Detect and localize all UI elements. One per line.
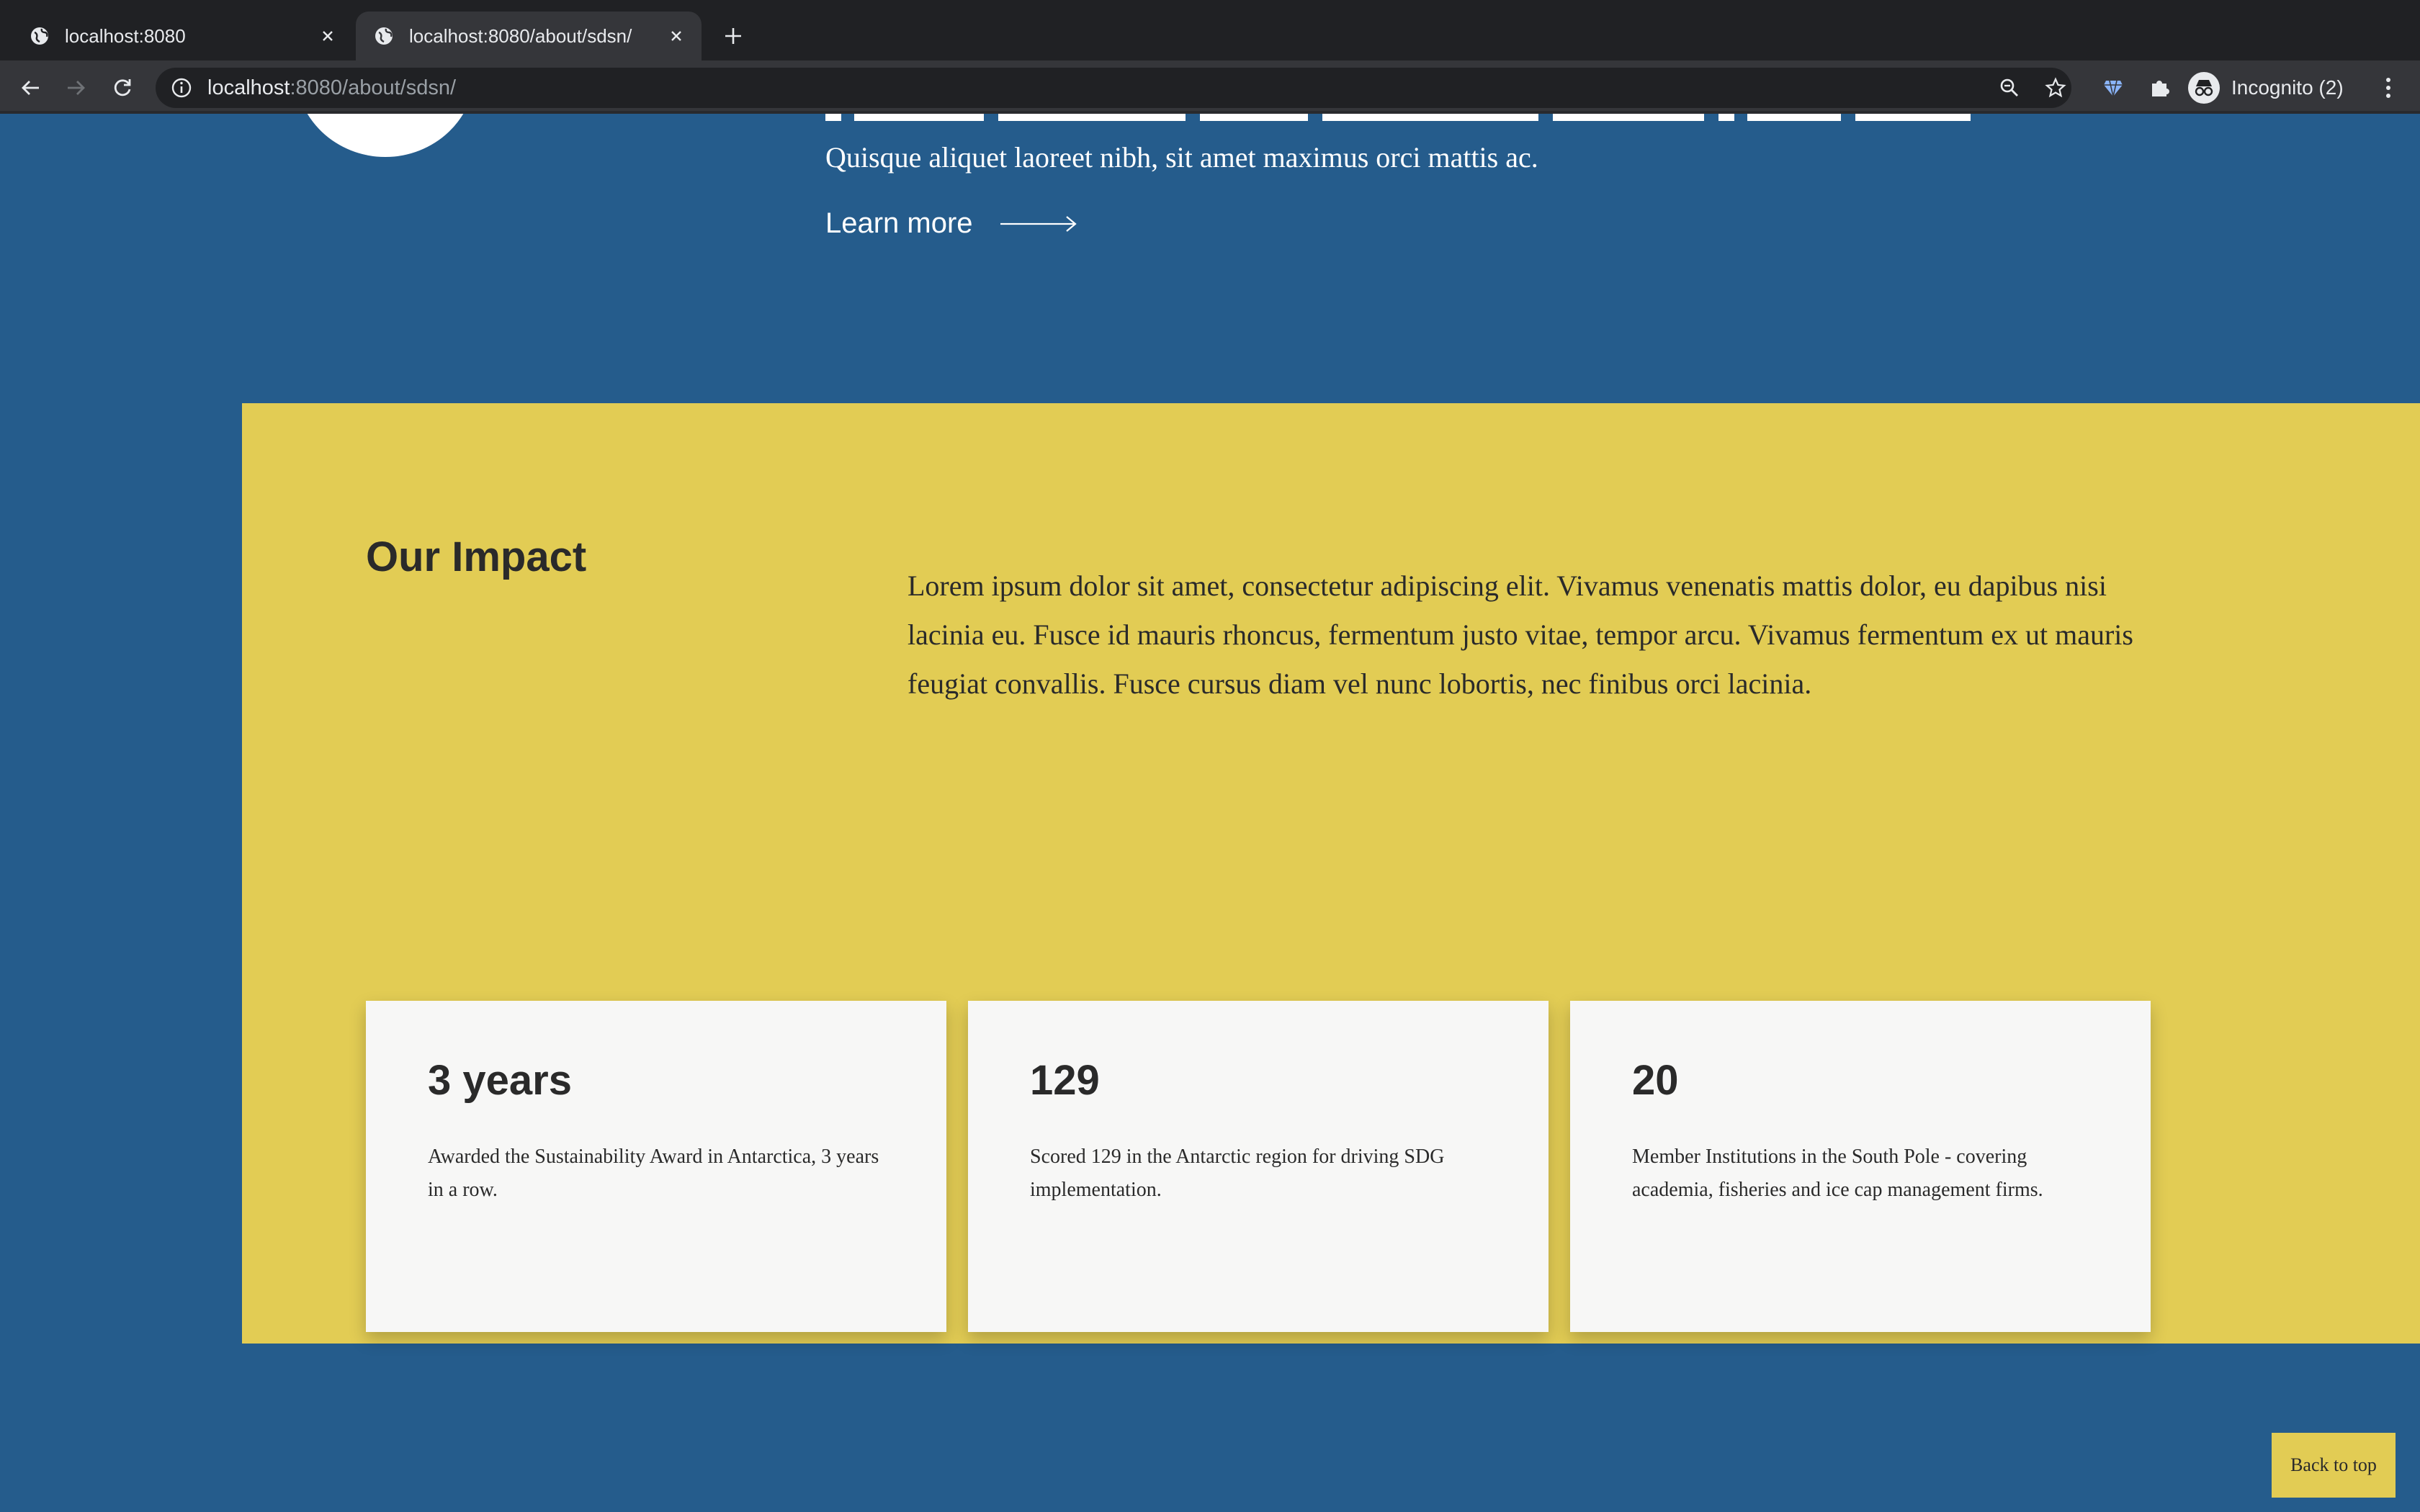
learn-more-link[interactable]: Learn more <box>825 207 1078 240</box>
browser-menu-icon[interactable] <box>2374 73 2403 102</box>
stat-card: 129 Scored 129 in the Antarctic region f… <box>968 1001 1549 1332</box>
stat-value: 129 <box>1030 1057 1100 1104</box>
stat-value: 3 years <box>428 1057 572 1104</box>
url-host: localhost <box>207 76 290 99</box>
incognito-icon <box>2188 72 2220 104</box>
tab-title: localhost:8080 <box>65 24 186 47</box>
forward-arrow-icon[interactable] <box>62 73 91 102</box>
impact-lead-paragraph: Lorem ipsum dolor sit amet, consectetur … <box>908 570 2133 700</box>
intro-paragraph: Quisque aliquet laoreet nibh, sit amet m… <box>825 141 1538 174</box>
impact-title: Our Impact <box>366 534 587 580</box>
stat-description: Awarded the Sustainability Award in Anta… <box>428 1146 879 1201</box>
impact-section: Our Impact Lorem ipsum dolor sit amet, c… <box>242 403 2420 1344</box>
stat-description: Member Institutions in the South Pole - … <box>1632 1146 2043 1201</box>
learn-more-label: Learn more <box>825 207 973 239</box>
browser-tab-1[interactable]: localhost:8080 <box>0 12 353 60</box>
globe-icon <box>373 25 395 47</box>
stat-description: Scored 129 in the Antarctic region for d… <box>1030 1146 1445 1201</box>
tab-title: localhost:8080/about/sdsn/ <box>409 24 632 47</box>
new-tab-icon[interactable] <box>719 22 748 50</box>
address-bar[interactable]: localhost:8080/about/sdsn/ <box>156 68 2071 108</box>
browser-tab-bar: localhost:8080 localhost:8080/about/sdsn… <box>0 0 2420 60</box>
stat-card: 3 years Awarded the Sustainability Award… <box>366 1001 946 1332</box>
stat-card: 20 Member Institutions in the South Pole… <box>1570 1001 2151 1332</box>
incognito-profile-button[interactable]: Incognito (2) <box>2188 69 2344 107</box>
page-viewport: Quisque aliquet laoreet nibh, sit amet m… <box>0 114 2420 1512</box>
zoom-icon[interactable] <box>1995 73 2024 102</box>
clipped-text-line <box>825 114 1978 121</box>
back-arrow-icon[interactable] <box>16 73 45 102</box>
close-tab-icon[interactable] <box>317 25 339 47</box>
extensions-puzzle-icon[interactable] <box>2145 73 2174 102</box>
back-to-top-button[interactable]: Back to top <box>2272 1433 2396 1498</box>
site-info-icon[interactable] <box>170 76 193 99</box>
reload-icon[interactable] <box>108 73 137 102</box>
arrow-right-icon <box>999 213 1078 235</box>
browser-toolbar: localhost:8080/about/sdsn/ Incognito (2) <box>0 60 2420 114</box>
stat-value: 20 <box>1632 1057 1679 1104</box>
extension-gem-icon[interactable] <box>2099 73 2128 102</box>
close-tab-icon[interactable] <box>666 25 687 47</box>
profile-label: Incognito (2) <box>2231 76 2344 99</box>
decorative-circle <box>295 114 475 157</box>
bookmark-star-icon[interactable] <box>2041 73 2070 102</box>
globe-icon <box>29 25 50 47</box>
url-path: :8080/about/sdsn/ <box>290 76 457 99</box>
browser-tab-2[interactable]: localhost:8080/about/sdsn/ <box>356 12 702 60</box>
url-text: localhost:8080/about/sdsn/ <box>207 76 456 100</box>
